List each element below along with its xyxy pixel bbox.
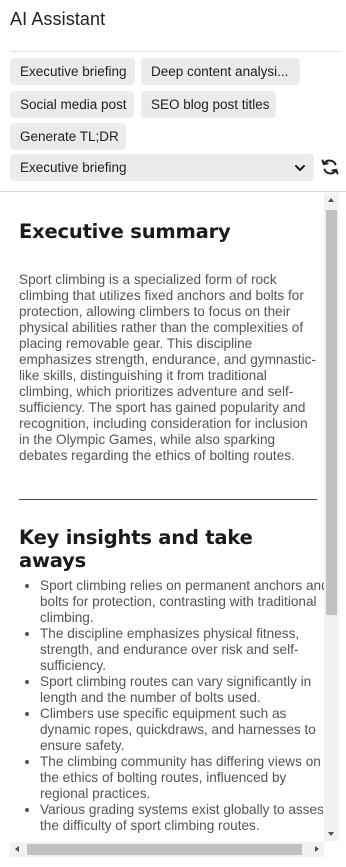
chip-executive-briefing[interactable]: Executive briefing xyxy=(10,58,135,85)
chevron-down-icon xyxy=(295,165,305,171)
prompt-select[interactable]: Executive briefing xyxy=(10,154,314,181)
vertical-scroll-thumb[interactable] xyxy=(326,210,337,615)
chip-generate-tldr[interactable]: Generate TL;DR xyxy=(10,123,126,150)
list-item: Climbers use specific equipment such as … xyxy=(0,706,336,754)
output-panel[interactable]: Executive summary Sport climbing is a sp… xyxy=(0,192,340,842)
horizontal-scrollbar[interactable] xyxy=(10,842,324,857)
refresh-icon[interactable] xyxy=(319,156,341,178)
vertical-scrollbar[interactable] xyxy=(324,193,339,841)
chip-deep-content-analysis[interactable]: Deep content analysi... xyxy=(141,58,300,85)
insights-heading: Key insights and take aways xyxy=(19,526,253,572)
summary-heading: Executive summary xyxy=(19,220,231,243)
scroll-down-arrow-icon[interactable] xyxy=(328,832,334,836)
summary-paragraph: Sport climbing is a specialized form of … xyxy=(19,272,316,463)
list-item: Various grading systems exist globally t… xyxy=(0,802,336,834)
list-item: The climbing community has differing vie… xyxy=(0,754,336,802)
app-title: AI Assistant xyxy=(10,9,106,29)
horizontal-scroll-thumb[interactable] xyxy=(27,844,302,855)
chip-social-media-post[interactable]: Social media post xyxy=(10,91,134,118)
title-divider xyxy=(10,51,340,52)
list-item: Sport climbing routes can vary significa… xyxy=(0,674,336,706)
scroll-up-arrow-icon[interactable] xyxy=(328,198,334,202)
section-divider xyxy=(19,499,317,500)
list-item: Sport climbing relies on permanent ancho… xyxy=(0,578,336,626)
insights-list: Sport climbing relies on permanent ancho… xyxy=(0,578,336,834)
scroll-right-arrow-icon[interactable] xyxy=(315,846,319,852)
list-item: The discipline emphasizes physical fitne… xyxy=(0,626,336,674)
chip-seo-blog-post-titles[interactable]: SEO blog post titles xyxy=(141,91,276,118)
scroll-left-arrow-icon[interactable] xyxy=(15,846,19,852)
prompt-select-value: Executive briefing xyxy=(20,160,127,175)
